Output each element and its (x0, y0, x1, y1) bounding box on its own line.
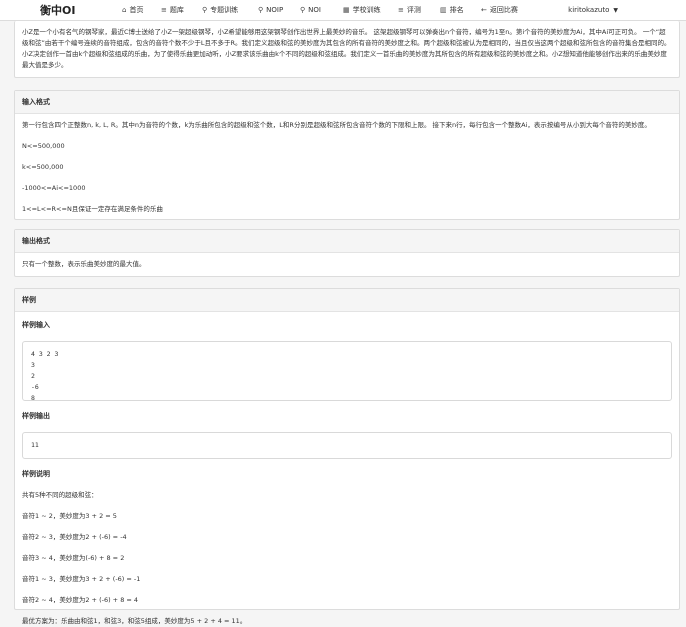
site-brand[interactable]: 衡中OI (40, 2, 75, 18)
explain-line: 音符1 ~ 3，美妙度为3 + 2 + (-6) = -1 (22, 575, 141, 583)
explain-line: 音符2 ~ 3，美妙度为2 + (-6) = -4 (22, 533, 127, 541)
nav-school-training[interactable]: ▦ 学校训练 (343, 0, 381, 20)
input-format-intro: 第一行包含四个正整数n, k, L, R。其中n为音符的个数，k为乐曲所包含的超… (22, 121, 651, 129)
explain-line: 共有5种不同的超级和弦： (22, 491, 98, 499)
building-icon: ▦ (343, 6, 350, 14)
bike-icon: ⚲ (258, 6, 264, 14)
nav-noi-label: NOI (308, 6, 321, 14)
sample-explain-title: 样例说明 (22, 470, 50, 478)
sample-input-box[interactable]: 4 3 2 3 3 2 -6 8 (22, 341, 672, 402)
input-format-body: 第一行包含四个正整数n, k, L, R。其中n为音符的个数，k为乐曲所包含的超… (15, 114, 679, 215)
input-format-panel: 输入格式 第一行包含四个正整数n, k, L, R。其中n为音符的个数，k为乐曲… (14, 90, 680, 220)
user-menu[interactable]: kiritokazuto ▼ (568, 0, 618, 20)
nav-back-to-contest[interactable]: ← 返回比赛 (481, 0, 518, 20)
caret-down-icon: ▼ (613, 6, 618, 14)
top-navbar: 衡中OI ⌂ 首页 ≡ 题库 ⚲ 专题训练 ⚲ NOIP ⚲ NOI ▦ 学校训… (0, 0, 686, 21)
nav-judge[interactable]: ≡ 评测 (398, 0, 421, 20)
nav-noi[interactable]: ⚲ NOI (300, 0, 321, 20)
bike-icon: ⚲ (300, 6, 306, 14)
nav-school-training-label: 学校训练 (352, 6, 381, 14)
chart-icon: ▥ (440, 6, 447, 14)
constraint-ai: -1000<=Ai<=1000 (22, 184, 86, 192)
nav-back-to-contest-label: 返回比赛 (489, 6, 518, 14)
nav-topic-training[interactable]: ⚲ 专题训练 (202, 0, 238, 20)
nav-noip[interactable]: ⚲ NOIP (258, 0, 283, 20)
nav-home-label: 首页 (129, 6, 144, 14)
nav-home[interactable]: ⌂ 首页 (122, 0, 143, 20)
nav-judge-label: 评测 (406, 6, 421, 14)
nav-ranking[interactable]: ▥ 排名 (440, 0, 464, 20)
username: kiritokazuto (568, 6, 610, 14)
output-format-panel: 输出格式 只有一个整数，表示乐曲美妙度的最大值。 (14, 229, 680, 277)
list-icon: ≡ (398, 6, 404, 14)
nav-noip-label: NOIP (266, 6, 284, 14)
input-format-title: 输入格式 (15, 91, 679, 114)
nav-ranking-label: 排名 (449, 6, 464, 14)
explain-line: 音符3 ~ 4，美妙度为(-6) + 8 = 2 (22, 554, 125, 562)
output-format-text: 只有一个整数，表示乐曲美妙度的最大值。 (22, 260, 146, 268)
constraint-k: k<=500,000 (22, 163, 64, 171)
home-icon: ⌂ (122, 6, 127, 14)
nav-topic-training-label: 专题训练 (210, 6, 239, 14)
list-icon: ≡ (161, 6, 167, 14)
sample-output-box[interactable]: 11 (22, 432, 672, 459)
explain-line: 音符2 ~ 4，美妙度为2 + (-6) + 8 = 4 (22, 596, 139, 604)
explain-line: 最优方案为：乐曲由和弦1，和弦3，和弦5组成，美妙度为5 + 2 + 4 = 1… (22, 617, 247, 625)
back-arrow-icon: ← (481, 6, 487, 14)
description-panel: 小Z是一个小有名气的钢琴家，最近C博士送给了小Z一架超级钢琴，小Z希望能够用这架… (14, 21, 680, 78)
sample-title: 样例 (15, 289, 679, 312)
explain-line: 音符1 ~ 2，美妙度为3 + 2 = 5 (22, 512, 117, 520)
sample-input-title: 样例输入 (22, 321, 50, 329)
constraint-n: N<=500,000 (22, 142, 65, 150)
sample-body: 样例输入 4 3 2 3 3 2 -6 8 样例输出 11 样例说明 共有5种不… (15, 320, 679, 627)
nav-problems[interactable]: ≡ 题库 (161, 0, 184, 20)
description-text: 小Z是一个小有名气的钢琴家，最近C博士送给了小Z一架超级钢琴，小Z希望能够用这架… (22, 28, 671, 69)
sample-panel: 样例 样例输入 4 3 2 3 3 2 -6 8 样例输出 11 样例说明 共有… (14, 288, 680, 625)
nav-problems-label: 题库 (169, 6, 184, 14)
sample-output-title: 样例输出 (22, 412, 50, 420)
bike-icon: ⚲ (202, 6, 208, 14)
constraint-lr: 1<=L<=R<=N且保证一定存在满足条件的乐曲 (22, 205, 163, 213)
output-format-title: 输出格式 (15, 230, 679, 253)
